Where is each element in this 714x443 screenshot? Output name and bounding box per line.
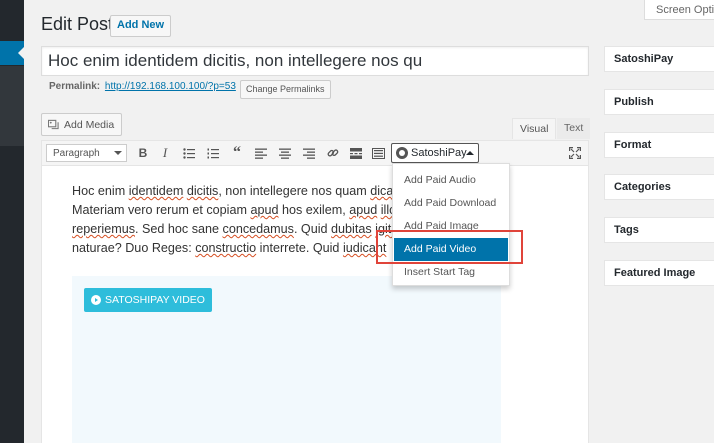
- satoshipay-dropdown-button[interactable]: SatoshiPay: [391, 143, 479, 163]
- highlight-annotation-box: [376, 230, 523, 264]
- format-select[interactable]: Paragraph: [46, 144, 127, 162]
- align-center-icon[interactable]: [277, 145, 293, 161]
- read-more-icon[interactable]: [348, 145, 364, 161]
- blockquote-icon[interactable]: “: [229, 144, 245, 161]
- chevron-down-icon: [114, 151, 122, 155]
- admin-menu-current-item[interactable]: [0, 41, 24, 65]
- metabox-publish[interactable]: Publish: [604, 89, 714, 115]
- tab-visual[interactable]: Visual: [512, 118, 557, 139]
- permalink-link[interactable]: http://192.168.100.100/?p=53: [105, 81, 236, 92]
- satoshipay-logo-icon: [396, 147, 408, 159]
- satoshipay-video-badge[interactable]: SATOSHIPAY VIDEO: [84, 288, 212, 312]
- change-permalinks-button[interactable]: Change Permalinks: [240, 80, 331, 99]
- fullscreen-icon[interactable]: [567, 145, 583, 161]
- link-icon[interactable]: [325, 145, 341, 161]
- metabox-format[interactable]: Format: [604, 132, 714, 158]
- tab-text[interactable]: Text: [557, 118, 591, 139]
- menu-item-insert-start-tag[interactable]: Insert Start Tag: [393, 261, 509, 284]
- toolbar-toggle-icon[interactable]: [370, 145, 386, 161]
- add-new-button[interactable]: Add New: [110, 15, 172, 37]
- metabox-categories[interactable]: Categories: [604, 174, 714, 200]
- format-select-value: Paragraph: [53, 148, 100, 159]
- align-left-icon[interactable]: [253, 145, 269, 161]
- admin-menu-section: [0, 66, 24, 146]
- metabox-tags[interactable]: Tags: [604, 217, 714, 243]
- media-icon: [48, 119, 59, 130]
- permalink-label: Permalink:: [49, 81, 101, 92]
- post-title-input[interactable]: Hoc enim identidem dicitis, non intelleg…: [41, 46, 589, 76]
- page-title: Edit Post: [41, 14, 114, 34]
- bulleted-list-icon[interactable]: [181, 145, 197, 161]
- admin-menu-sidebar: [0, 0, 24, 443]
- add-media-button[interactable]: Add Media: [41, 113, 123, 136]
- satoshipay-dropdown-label: SatoshiPay: [411, 147, 467, 159]
- screen-options-button[interactable]: Screen Options: [644, 0, 714, 20]
- menu-item-add-paid-audio[interactable]: Add Paid Audio: [393, 169, 509, 192]
- play-icon: [91, 295, 101, 305]
- bold-icon[interactable]: B: [135, 145, 151, 161]
- numbered-list-icon[interactable]: [205, 145, 221, 161]
- satoshipay-video-label: SATOSHIPAY VIDEO: [105, 294, 205, 306]
- metabox-satoshipay[interactable]: SatoshiPay: [604, 46, 714, 72]
- paid-video-placeholder[interactable]: SATOSHIPAY VIDEO: [72, 276, 501, 443]
- menu-item-add-paid-download[interactable]: Add Paid Download: [393, 192, 509, 215]
- chevron-up-icon: [466, 151, 474, 155]
- metabox-featured-image[interactable]: Featured Image: [604, 260, 714, 286]
- satoshipay-dropdown-menu: Add Paid Audio Add Paid Download Add Pai…: [392, 163, 510, 286]
- italic-icon[interactable]: I: [157, 145, 173, 161]
- permalink-row: Permalink: http://192.168.100.100/?p=53: [49, 81, 236, 92]
- add-media-label: Add Media: [64, 118, 115, 131]
- align-right-icon[interactable]: [301, 145, 317, 161]
